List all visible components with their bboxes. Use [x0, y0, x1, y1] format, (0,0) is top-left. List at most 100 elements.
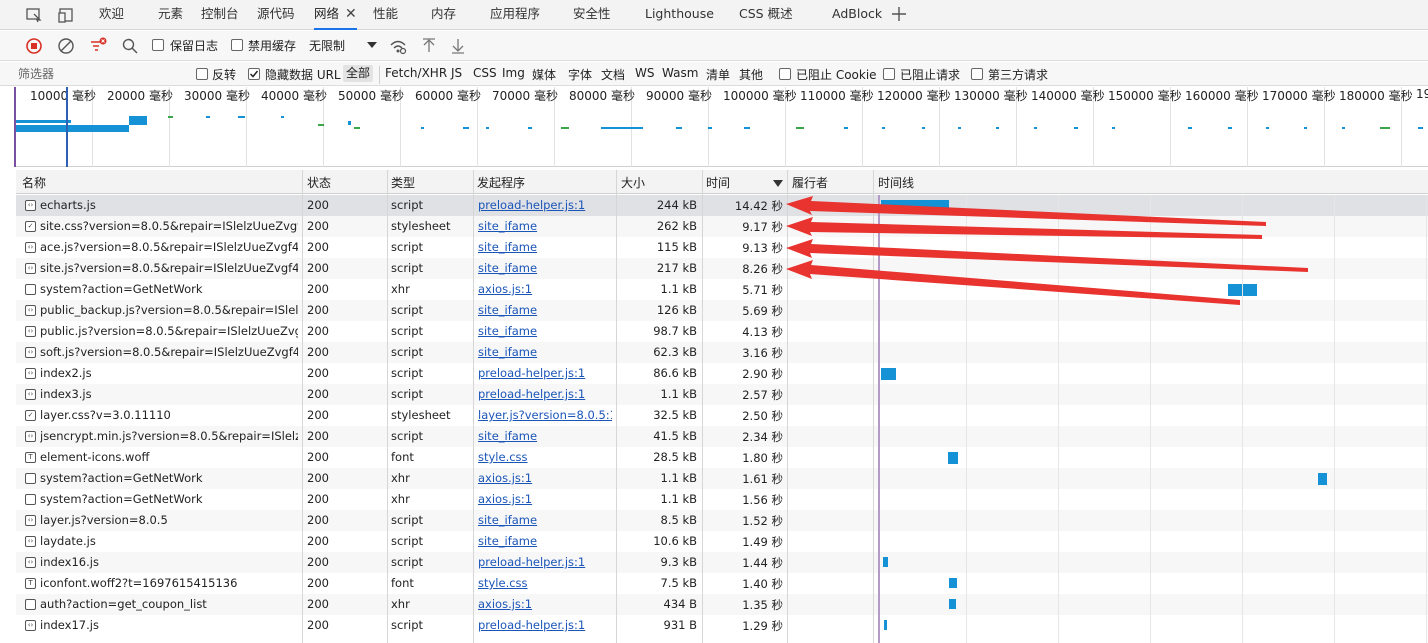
tab-1[interactable]: 元素 [158, 0, 183, 30]
sort-desc-icon[interactable] [773, 177, 783, 191]
table-row[interactable]: system?action=GetNetWork 200 xhr axios.js:1… [16, 489, 1428, 510]
filter-icon[interactable] [89, 37, 107, 55]
col-status-header[interactable]: 状态 [307, 174, 331, 191]
tab-11[interactable]: AdBlock [832, 0, 882, 30]
tab-0[interactable]: 欢迎 [99, 0, 124, 30]
type-filter-1[interactable]: Fetch/XHR [385, 66, 447, 80]
column-separator[interactable] [616, 170, 617, 643]
blocked-requests-checkbox[interactable] [883, 68, 895, 80]
preserve-log-checkbox[interactable] [152, 39, 164, 51]
table-row[interactable]: ‹› ace.js?version=8.0.5&repair=ISlelzUueZ… [16, 237, 1428, 258]
invert-checkbox[interactable] [196, 68, 208, 80]
tab-6[interactable]: 内存 [431, 0, 456, 30]
tab-7[interactable]: 应用程序 [490, 0, 540, 30]
column-separator[interactable] [702, 170, 703, 643]
type-filter-9[interactable]: Wasm [662, 66, 698, 80]
request-initiator[interactable]: axios.js:1 [478, 471, 612, 485]
column-separator[interactable] [387, 170, 388, 643]
throttling-select[interactable]: 无限制 [309, 37, 345, 54]
hide-data-urls-checkbox[interactable] [248, 68, 260, 80]
tab-3[interactable]: 源代码 [257, 0, 295, 30]
filter-input[interactable] [18, 65, 184, 83]
table-row[interactable]: ‹› layer.js?version=8.0.5 200 script site_if… [16, 510, 1428, 531]
type-filter-6[interactable]: 字体 [568, 66, 592, 83]
type-filter-4[interactable]: Img [502, 66, 525, 80]
request-initiator[interactable]: style.css [478, 450, 612, 464]
table-row[interactable]: ‹› jsencrypt.min.js?version=8.0.5&repair=… [16, 426, 1428, 447]
request-initiator[interactable]: site_ifame [478, 261, 612, 275]
tab-10[interactable]: CSS 概述 [739, 0, 793, 30]
request-initiator[interactable]: preload-helper.js:1 [478, 555, 612, 569]
table-row[interactable]: auth?action=get_coupon_list 200 xhr axios.j… [16, 594, 1428, 615]
add-tab-icon[interactable] [890, 5, 908, 23]
table-row[interactable]: Ticonfont.woff2?t=1697615415136 200 font st… [16, 573, 1428, 594]
tab-2[interactable]: 控制台 [201, 0, 239, 30]
import-har-icon[interactable] [420, 37, 438, 55]
col-waterfall-header[interactable]: 时间线 [878, 174, 914, 191]
request-initiator[interactable]: site_ifame [478, 219, 612, 233]
table-row[interactable]: ‹› index17.js 200 script preload-helper.js:1… [16, 615, 1428, 636]
record-stop-icon[interactable] [25, 37, 43, 55]
request-initiator[interactable]: site_ifame [478, 345, 612, 359]
type-filter-2[interactable]: JS [451, 66, 462, 80]
request-initiator[interactable]: axios.js:1 [478, 282, 612, 296]
tab-5[interactable]: 性能 [373, 0, 398, 30]
request-initiator[interactable]: site_ifame [478, 303, 612, 317]
table-row[interactable]: ✓ site.css?version=8.0.5&repair=ISlelzUue… [16, 216, 1428, 237]
overview-cursor[interactable] [66, 87, 68, 167]
type-filter-8[interactable]: WS [635, 66, 654, 80]
inspect-element-icon[interactable] [25, 6, 43, 24]
col-time-header[interactable]: 时间 [706, 174, 730, 191]
search-icon[interactable] [121, 37, 139, 55]
waterfall-bar[interactable] [881, 368, 896, 380]
table-row[interactable]: ‹› laydate.js 200 script site_ifame 10.6 kB 1.… [16, 531, 1428, 552]
waterfall-bar[interactable] [884, 620, 887, 630]
type-filter-3[interactable]: CSS [473, 66, 497, 80]
request-initiator[interactable]: layer.js?version=8.0.5:1 [478, 408, 612, 422]
tab-9[interactable]: Lighthouse [645, 0, 714, 30]
tab-4[interactable]: 网络 ✕ [314, 0, 357, 30]
request-initiator[interactable]: preload-helper.js:1 [478, 366, 612, 380]
table-row[interactable]: ‹› public_backup.js?version=8.0.5&repair=… [16, 300, 1428, 321]
table-row[interactable]: ‹› site.js?version=8.0.5&repair=ISlelzUue… [16, 258, 1428, 279]
request-initiator[interactable]: axios.js:1 [478, 492, 612, 506]
clear-icon[interactable] [57, 37, 75, 55]
tab-8[interactable]: 安全性 [573, 0, 611, 30]
waterfall-bar[interactable] [881, 200, 949, 210]
waterfall-bar[interactable] [1318, 473, 1327, 485]
col-size-header[interactable]: 大小 [621, 174, 645, 191]
type-filter-7[interactable]: 文档 [601, 66, 625, 83]
request-initiator[interactable]: axios.js:1 [478, 597, 612, 611]
type-filter-10[interactable]: 清单 [706, 66, 730, 83]
table-row[interactable]: ‹› index3.js 200 script preload-helper.js:1 1… [16, 384, 1428, 405]
waterfall-bar[interactable] [949, 578, 957, 588]
timeline-overview[interactable]: 10000 毫秒 20000 毫秒 30000 毫秒 40000 毫秒 50000 毫秒… [16, 87, 1428, 167]
disable-cache-checkbox[interactable] [231, 39, 243, 51]
col-fulfilled-by-header[interactable]: 履行者 [792, 174, 828, 191]
request-initiator[interactable]: site_ifame [478, 324, 612, 338]
table-row[interactable]: ‹› index2.js 200 script preload-helper.js:1 8… [16, 363, 1428, 384]
request-initiator[interactable]: preload-helper.js:1 [478, 618, 612, 632]
type-filter-0[interactable]: 全部 [343, 65, 374, 82]
third-party-checkbox[interactable] [971, 68, 983, 80]
blocked-cookies-checkbox[interactable] [779, 68, 791, 80]
request-initiator[interactable]: site_ifame [478, 513, 612, 527]
request-initiator[interactable]: preload-helper.js:1 [478, 198, 612, 212]
table-row[interactable]: Telement-icons.woff 200 font style.css 28.5 … [16, 447, 1428, 468]
request-initiator[interactable]: site_ifame [478, 429, 612, 443]
col-initiator-header[interactable]: 发起程序 [477, 174, 525, 191]
request-initiator[interactable]: preload-helper.js:1 [478, 387, 612, 401]
request-initiator[interactable]: site_ifame [478, 534, 612, 548]
request-initiator[interactable]: style.css [478, 576, 612, 590]
export-har-icon[interactable] [449, 37, 467, 55]
table-row[interactable]: ‹› soft.js?version=8.0.5&repair=ISlelzUue… [16, 342, 1428, 363]
table-row[interactable]: ✓ layer.css?v=3.0.11110 200 stylesheet layer… [16, 405, 1428, 426]
column-separator[interactable] [473, 170, 474, 643]
request-initiator[interactable]: site_ifame [478, 240, 612, 254]
column-separator[interactable] [302, 170, 303, 643]
table-row[interactable]: ‹› index16.js 200 script preload-helper.js:1… [16, 552, 1428, 573]
waterfall-bar[interactable] [949, 599, 956, 609]
col-type-header[interactable]: 类型 [391, 174, 415, 191]
table-row[interactable]: ‹› echarts.js 200 script preload-helper.js:1… [16, 195, 1428, 216]
type-filter-11[interactable]: 其他 [739, 66, 763, 83]
